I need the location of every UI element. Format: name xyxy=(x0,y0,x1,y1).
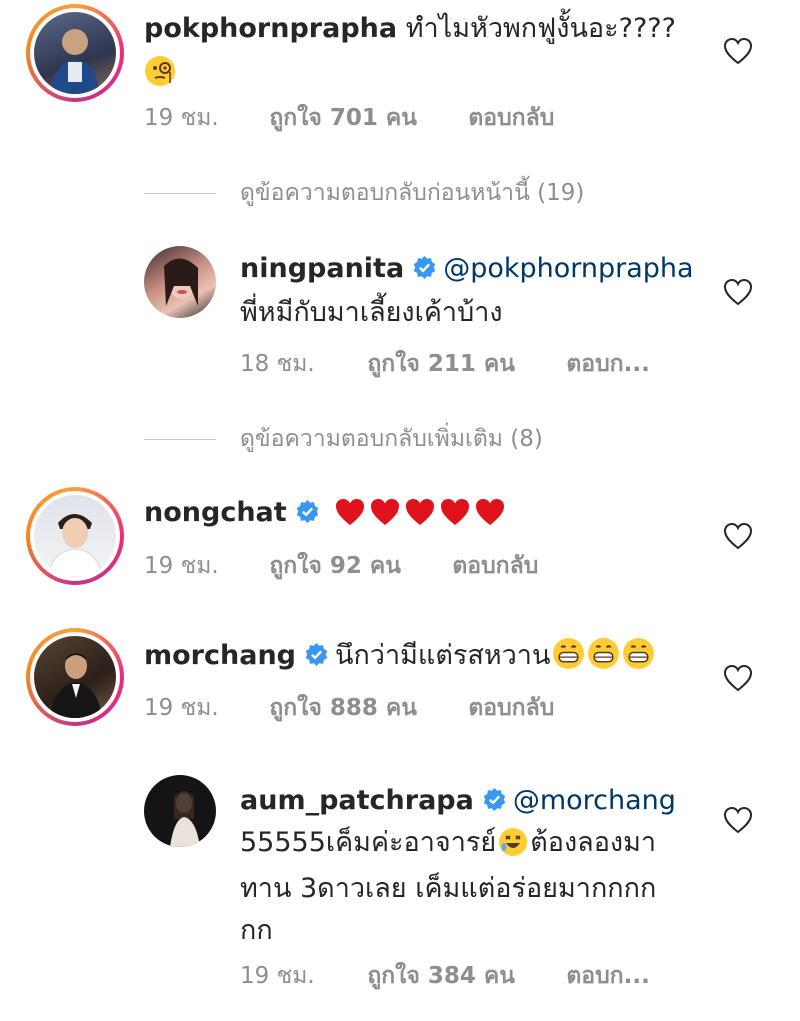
grinning-face-emoji-icon xyxy=(553,638,585,669)
view-previous-replies[interactable]: ดูข้อความตอบกลับก่อนหน้านี้ (19) xyxy=(144,175,584,211)
like-heart-icon[interactable] xyxy=(723,278,753,306)
red-heart-emoji-icon xyxy=(371,499,400,525)
username-morchang[interactable]: morchang xyxy=(144,640,296,671)
reply-text-part2: ต้องลองมา xyxy=(530,827,657,858)
likes-count[interactable]: ถูกใจ 384 คน xyxy=(367,958,515,994)
monocle-face-emoji-icon xyxy=(144,55,176,102)
comment-time: 19 ชม. xyxy=(144,105,219,131)
avatar-ningpanita[interactable] xyxy=(144,246,216,318)
view-replies-label: ดูข้อความตอบกลับเพิ่มเติม (8) xyxy=(240,426,543,452)
grinning-emoji-group xyxy=(550,638,655,671)
reply-button[interactable]: ตอบก... xyxy=(566,346,650,382)
like-heart-icon[interactable] xyxy=(723,664,753,692)
username-pokphornprapha[interactable]: pokphornprapha xyxy=(144,13,397,44)
like-heart-icon[interactable] xyxy=(723,37,753,65)
reply-button[interactable]: ตอบกลับ xyxy=(452,548,538,584)
reply-text-part1: 55555เค็มค่ะอาจารย์ xyxy=(240,827,497,858)
red-heart-emoji-icon xyxy=(476,499,505,525)
reply-text-line3: กก xyxy=(240,915,273,946)
view-replies-label: ดูข้อความตอบกลับก่อนหน้านี้ (19) xyxy=(240,180,585,206)
divider xyxy=(144,193,216,194)
comment-text: ทำไมหัวพกฟูงั้นอะ???? xyxy=(405,13,676,44)
avatar-morchang[interactable] xyxy=(26,628,124,726)
red-hearts-text xyxy=(334,497,509,528)
comment-time: 19 ชม. xyxy=(144,553,219,579)
likes-count[interactable]: ถูกใจ 92 คน xyxy=(269,548,401,584)
mention-link[interactable]: @morchang xyxy=(513,785,676,816)
red-heart-emoji-icon xyxy=(406,499,435,525)
divider xyxy=(144,439,216,440)
avatar-pokphornprapha[interactable] xyxy=(26,4,124,102)
verified-badge-icon xyxy=(483,788,506,811)
mention-link[interactable]: @pokphornprapha xyxy=(443,253,693,284)
reply-text: พี่หมีกับมาเลี้ยงเค้าบ้าง xyxy=(240,297,503,328)
reply-button[interactable]: ตอบกลับ xyxy=(468,100,554,136)
username-nongchat[interactable]: nongchat xyxy=(144,497,287,528)
comment-time: 19 ชม. xyxy=(144,695,219,721)
reply-text-line2: ทาน 3ดาวเลย เค็มแต่อร่อยมากกกก xyxy=(240,873,657,904)
verified-badge-icon xyxy=(305,643,328,666)
red-heart-emoji-icon xyxy=(336,499,365,525)
likes-count[interactable]: ถูกใจ 701 คน xyxy=(269,100,417,136)
reply-button[interactable]: ตอบกลับ xyxy=(468,690,554,726)
verified-badge-icon xyxy=(413,256,436,279)
likes-count[interactable]: ถูกใจ 211 คน xyxy=(367,346,515,382)
red-heart-emoji-icon xyxy=(441,499,470,525)
comment-time: 18 ชม. xyxy=(240,351,315,377)
verified-badge-icon xyxy=(296,500,318,523)
comment-text: นึกว่ามีแต่รสหวาน xyxy=(335,640,551,671)
avatar-aum-patchrapa[interactable] xyxy=(144,775,216,847)
avatar-nongchat[interactable] xyxy=(26,487,124,585)
like-heart-icon[interactable] xyxy=(723,522,753,550)
likes-count[interactable]: ถูกใจ 888 คน xyxy=(269,690,417,726)
comment-time: 19 ชม. xyxy=(240,963,315,989)
grinning-face-emoji-icon xyxy=(623,638,655,669)
like-heart-icon[interactable] xyxy=(723,806,753,834)
grinning-face-emoji-icon xyxy=(588,638,620,669)
username-ningpanita[interactable]: ningpanita xyxy=(240,253,404,284)
username-aum-patchrapa[interactable]: aum_patchrapa xyxy=(240,785,474,816)
reply-button[interactable]: ตอบก... xyxy=(566,958,650,994)
view-more-replies[interactable]: ดูข้อความตอบกลับเพิ่มเติม (8) xyxy=(144,421,543,457)
